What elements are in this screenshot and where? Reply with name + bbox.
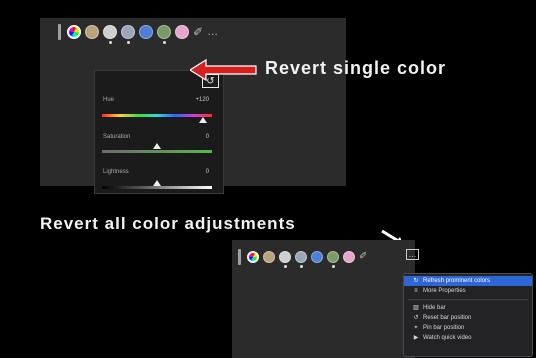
top-panel: ✐… ↺ Hue +120 Saturation 0 Lightness 0 bbox=[40, 18, 346, 194]
sliders-icon: ≡ bbox=[414, 288, 418, 294]
menu-item-label: Refresh prominent colors bbox=[423, 278, 491, 284]
swatch-color-2[interactable] bbox=[263, 251, 275, 263]
menu-item-label: Reset bar position bbox=[423, 315, 472, 321]
adjusted-indicator bbox=[299, 265, 303, 268]
annotation-revert-all: Revert all color adjustments bbox=[40, 214, 296, 233]
menu-item-reset-bar-position[interactable]: ↺ Reset bar position bbox=[404, 313, 532, 323]
refresh-icon: ↻ bbox=[413, 278, 419, 284]
more-icon[interactable]: … bbox=[207, 26, 219, 38]
menu-item-hide-bar[interactable]: ▨ Hide bar bbox=[404, 303, 532, 313]
swatch-color-3[interactable] bbox=[279, 251, 291, 268]
swatch-all-colors[interactable] bbox=[67, 25, 81, 39]
saturation-label: Saturation bbox=[103, 134, 131, 140]
annotation-revert-single: Revert single color bbox=[265, 58, 447, 78]
swatch-color-4[interactable] bbox=[295, 251, 307, 268]
menu-divider bbox=[408, 299, 528, 300]
swatch-color-5[interactable] bbox=[139, 25, 153, 39]
reset-icon: ↺ bbox=[413, 315, 419, 321]
pin-icon: ⌖ bbox=[414, 325, 418, 331]
swatch-color-7[interactable] bbox=[343, 251, 355, 263]
adjusted-indicator bbox=[126, 41, 130, 44]
menu-item-label: Hide bar bbox=[423, 305, 446, 311]
toolbar-grip[interactable] bbox=[238, 249, 241, 265]
swatch-color-6[interactable] bbox=[327, 251, 339, 268]
hue-slider-thumb[interactable] bbox=[199, 117, 208, 123]
swatch-color-7[interactable] bbox=[175, 25, 189, 39]
hide-icon: ▨ bbox=[413, 305, 419, 311]
menu-item-label: Watch quick video bbox=[423, 335, 472, 341]
bottom-panel: ✐ bbox=[232, 240, 415, 358]
color-toolbar-top: ✐… bbox=[58, 24, 219, 44]
play-icon: ▶ bbox=[413, 335, 419, 341]
menu-item-label: Pin bar position bbox=[423, 325, 465, 331]
swatch-color-4[interactable] bbox=[121, 25, 135, 44]
annotation-arrow-single bbox=[190, 58, 257, 82]
color-toolbar-bottom: ✐ bbox=[238, 249, 367, 268]
adjusted-indicator bbox=[162, 41, 166, 44]
lightness-label: Lightness bbox=[103, 169, 129, 175]
saturation-value: 0 bbox=[205, 134, 209, 140]
adjusted-indicator bbox=[283, 265, 287, 268]
toolbar-grip[interactable] bbox=[58, 24, 61, 40]
menu-item-pin-bar-position[interactable]: ⌖ Pin bar position bbox=[404, 323, 532, 333]
swatch-color-3[interactable] bbox=[103, 25, 117, 44]
hue-slider-track[interactable] bbox=[102, 114, 212, 117]
swatch-color-5[interactable] bbox=[311, 251, 323, 263]
menu-item-watch-quick-video[interactable]: ▶ Watch quick video bbox=[404, 333, 532, 343]
more-options-button[interactable]: … bbox=[406, 249, 419, 260]
menu-item-refresh-prominent-colors[interactable]: ↻ Refresh prominent colors bbox=[404, 276, 532, 286]
eyedropper-icon[interactable]: ✐ bbox=[193, 25, 203, 39]
lightness-slider-thumb[interactable] bbox=[153, 180, 161, 186]
menu-item-label: More Properties bbox=[423, 288, 466, 294]
saturation-slider-thumb[interactable] bbox=[153, 143, 161, 149]
more-options-menu: ↻ Refresh prominent colors ≡ More Propertie… bbox=[403, 273, 533, 357]
lightness-slider-track[interactable] bbox=[102, 186, 212, 189]
swatch-color-2[interactable] bbox=[85, 25, 99, 39]
color-adjust-popup: ↺ Hue +120 Saturation 0 Lightness 0 bbox=[94, 70, 224, 194]
lightness-value: 0 bbox=[205, 169, 209, 175]
eyedropper-icon[interactable]: ✐ bbox=[359, 250, 367, 264]
saturation-slider-track[interactable] bbox=[102, 150, 212, 153]
adjusted-indicator bbox=[331, 265, 335, 268]
hue-label: Hue bbox=[103, 97, 115, 103]
hue-value: +120 bbox=[195, 97, 209, 103]
swatch-all-colors[interactable] bbox=[247, 251, 259, 263]
menu-item-more-properties[interactable]: ≡ More Properties bbox=[404, 286, 532, 296]
swatch-color-6[interactable] bbox=[157, 25, 171, 44]
adjusted-indicator bbox=[108, 41, 112, 44]
